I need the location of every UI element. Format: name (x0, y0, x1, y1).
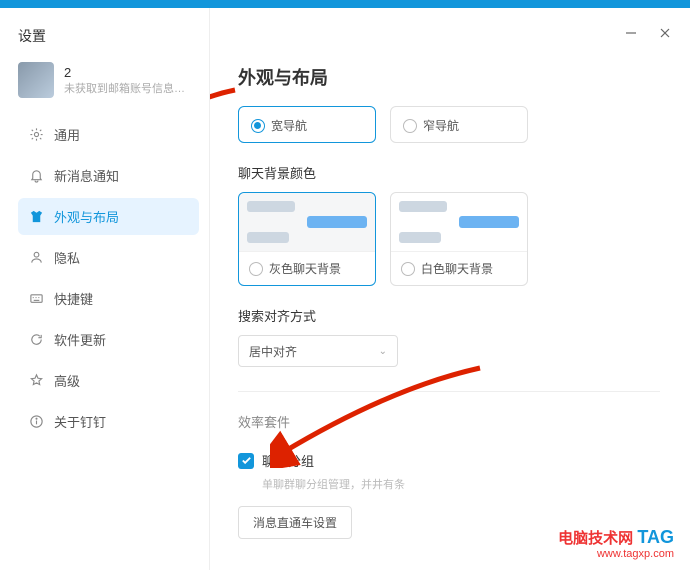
nav-item-notifications[interactable]: 新消息通知 (18, 157, 199, 194)
card-label: 窄导航 (423, 117, 459, 134)
watermark-text: 电脑技术网 (558, 530, 633, 547)
nav-item-label: 软件更新 (54, 330, 106, 349)
bell-icon (28, 168, 44, 184)
bg-preview (239, 193, 375, 251)
radio-icon (401, 262, 415, 276)
bg-preview (391, 193, 527, 251)
user-info: 2 未获取到邮箱账号信息… (64, 65, 185, 96)
nav-item-advanced[interactable]: 高级 (18, 362, 199, 399)
express-settings-button[interactable]: 消息直通车设置 (238, 506, 352, 539)
radio-icon (403, 119, 417, 133)
titlebar-accent (0, 0, 690, 8)
page-title: 外观与布局 (238, 64, 660, 90)
nav-item-shortcuts[interactable]: 快捷键 (18, 280, 199, 317)
settings-window: 设置 2 未获取到邮箱账号信息… 通用 新消息通知 (0, 0, 690, 570)
sidebar: 设置 2 未获取到邮箱账号信息… 通用 新消息通知 (0, 8, 210, 570)
username: 2 (64, 65, 185, 80)
checkbox-desc: 单聊群聊分组管理，并井有条 (262, 476, 660, 492)
nav-item-updates[interactable]: 软件更新 (18, 321, 199, 358)
nav-item-privacy[interactable]: 隐私 (18, 239, 199, 276)
divider (238, 391, 660, 392)
nav-style-row: 宽导航 窄导航 (238, 106, 660, 143)
gear-icon (28, 127, 44, 143)
nav-item-label: 通用 (54, 125, 80, 144)
chevron-down-icon: ⌄ (379, 346, 387, 357)
suite-title: 效率套件 (238, 412, 660, 431)
watermark-tag: TAG (637, 527, 674, 547)
card-label: 白色聊天背景 (421, 260, 493, 277)
button-label: 消息直通车设置 (253, 516, 337, 530)
watermark: 电脑技术网 TAG www.tagxp.com (558, 527, 674, 560)
avatar (18, 62, 54, 98)
user-subtitle: 未获取到邮箱账号信息… (64, 80, 185, 96)
keyboard-icon (28, 291, 44, 307)
nav-item-label: 外观与布局 (54, 207, 119, 226)
nav-card-wide[interactable]: 宽导航 (238, 106, 376, 143)
person-icon (28, 250, 44, 266)
info-icon (28, 414, 44, 430)
chat-bg-title: 聊天背景颜色 (238, 163, 660, 182)
nav-item-about[interactable]: 关于钉钉 (18, 403, 199, 440)
nav-item-label: 隐私 (54, 248, 80, 267)
radio-icon (251, 119, 265, 133)
nav-item-general[interactable]: 通用 (18, 116, 199, 153)
nav-item-appearance[interactable]: 外观与布局 (18, 198, 199, 235)
nav-item-label: 关于钉钉 (54, 412, 106, 431)
chat-bg-row: 灰色聊天背景 白色聊天背景 (238, 192, 660, 286)
bg-card-white[interactable]: 白色聊天背景 (390, 192, 528, 286)
radio-icon (249, 262, 263, 276)
checkbox-checked-icon (238, 453, 254, 469)
align-title: 搜索对齐方式 (238, 306, 660, 325)
refresh-icon (28, 332, 44, 348)
watermark-url: www.tagxp.com (558, 548, 674, 560)
shirt-icon (28, 209, 44, 225)
star-icon (28, 373, 44, 389)
nav-item-label: 新消息通知 (54, 166, 119, 185)
select-value: 居中对齐 (249, 343, 297, 360)
align-select[interactable]: 居中对齐 ⌄ (238, 335, 398, 367)
content: 外观与布局 宽导航 窄导航 聊天背景颜色 (210, 8, 690, 570)
checkbox-label: 聊天分组 (262, 451, 314, 470)
chat-group-checkbox-row[interactable]: 聊天分组 (238, 451, 660, 470)
user-row[interactable]: 2 未获取到邮箱账号信息… (18, 62, 199, 98)
nav: 通用 新消息通知 外观与布局 隐私 快捷键 (18, 116, 199, 440)
card-label: 灰色聊天背景 (269, 260, 341, 277)
nav-item-label: 快捷键 (54, 289, 93, 308)
settings-title: 设置 (18, 26, 199, 46)
card-label: 宽导航 (271, 117, 307, 134)
bg-card-gray[interactable]: 灰色聊天背景 (238, 192, 376, 286)
nav-card-narrow[interactable]: 窄导航 (390, 106, 528, 143)
nav-item-label: 高级 (54, 371, 80, 390)
